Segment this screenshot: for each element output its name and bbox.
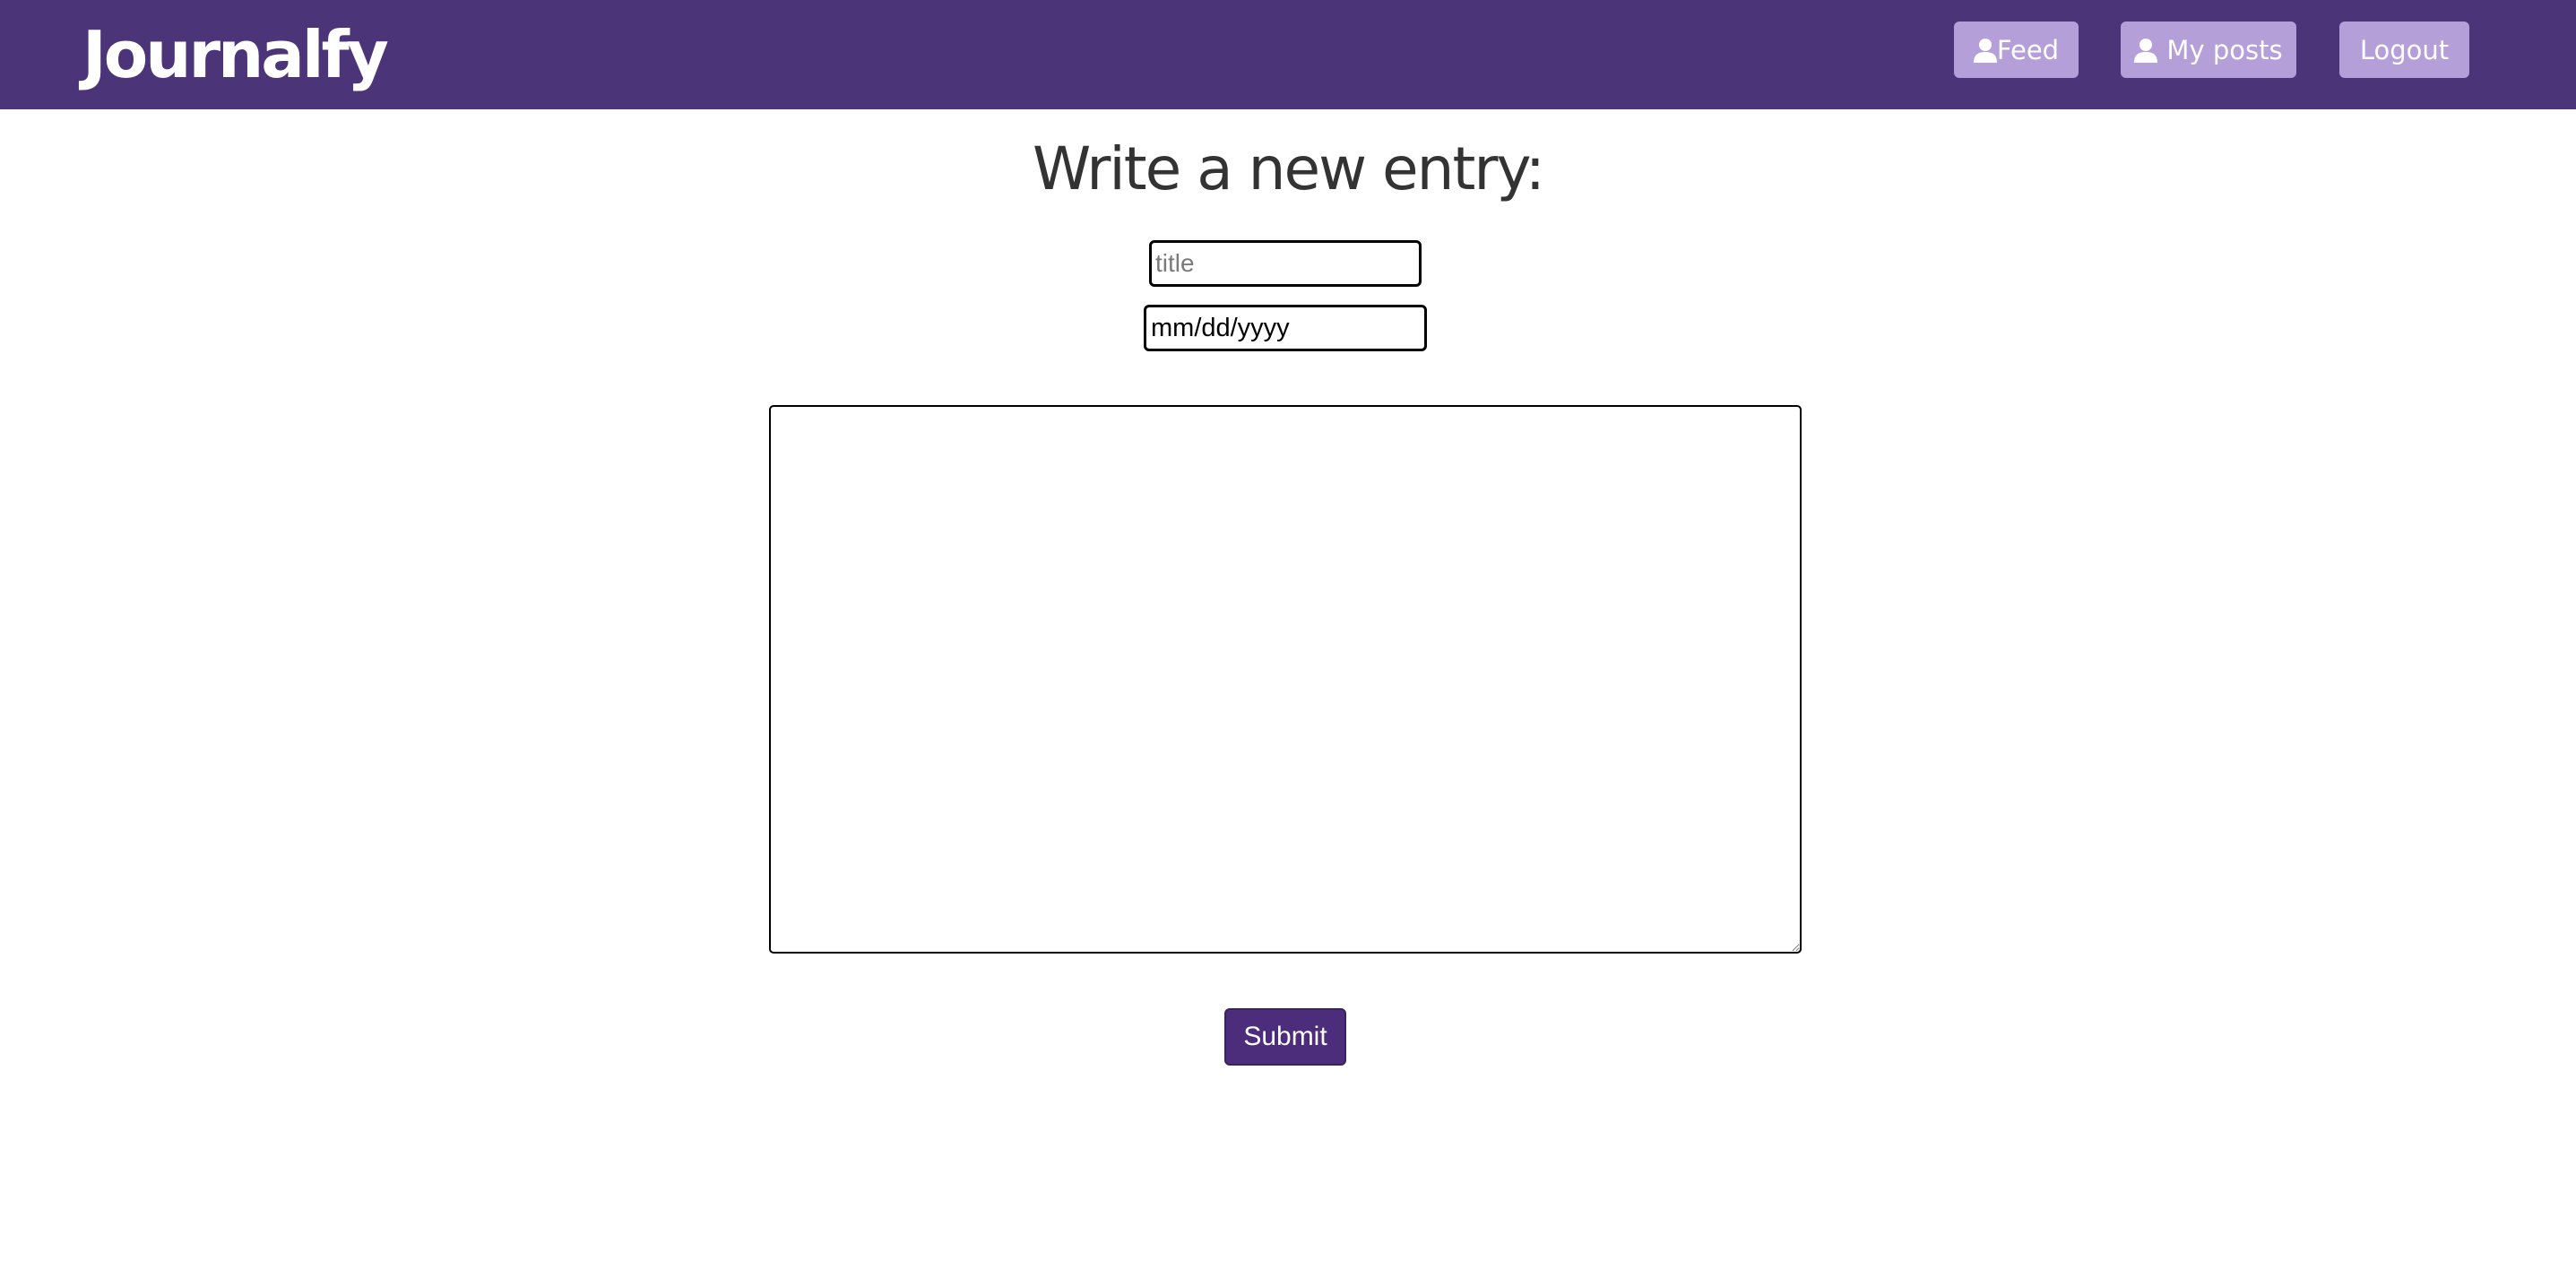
- user-icon: [2134, 38, 2158, 63]
- feed-button[interactable]: Feed: [1954, 22, 2079, 78]
- submit-button[interactable]: Submit: [1224, 1008, 1346, 1066]
- entry-body-textarea[interactable]: [769, 405, 1802, 954]
- page-title: Write a new entry:: [1033, 134, 1545, 203]
- my-posts-button-label: My posts: [2166, 34, 2283, 65]
- my-posts-button[interactable]: My posts: [2121, 22, 2296, 78]
- logout-button[interactable]: Logout: [2339, 22, 2469, 78]
- title-input[interactable]: [1149, 240, 1422, 287]
- submit-button-label: Submit: [1243, 1022, 1327, 1051]
- app-logo[interactable]: Journalfy: [82, 14, 389, 95]
- logout-button-label: Logout: [2359, 34, 2450, 65]
- top-navbar: Journalfy Feed My posts Logout: [0, 0, 2576, 109]
- user-icon: [1973, 38, 1997, 63]
- feed-button-label: Feed: [1996, 34, 2060, 65]
- date-input[interactable]: mm/dd/yyyy: [1144, 305, 1427, 351]
